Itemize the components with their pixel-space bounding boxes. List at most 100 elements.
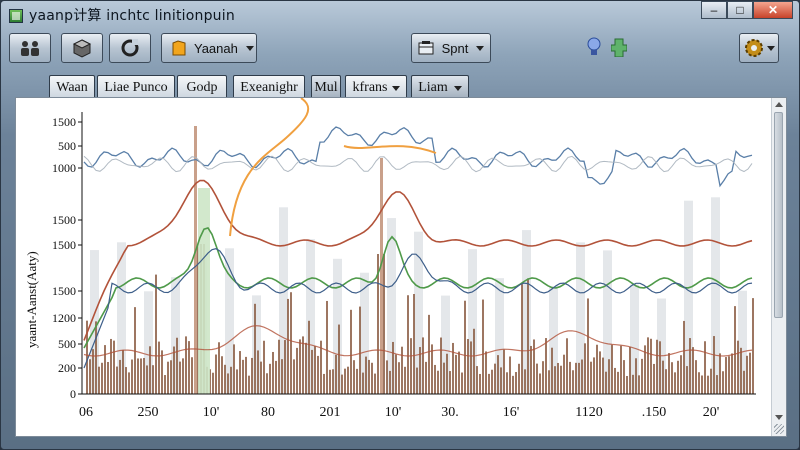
data-bar [707,375,709,394]
data-bar [716,375,718,394]
data-bar [233,344,235,394]
plugin-icon[interactable] [611,37,627,57]
data-bar [386,360,388,394]
data-bar [503,349,505,394]
data-bar [509,356,511,394]
split-button[interactable]: Spnt [411,33,491,63]
data-bar [341,374,343,394]
bg-bar [711,197,720,394]
data-bar [677,360,679,394]
data-bar [674,372,676,394]
data-bar [539,373,541,394]
data-bar [461,372,463,394]
yaanah-dropdown[interactable]: Yaanah [161,33,257,63]
data-bar [731,353,733,394]
minimize-button[interactable]: – [701,1,727,19]
data-bar [392,341,394,394]
data-bar [215,354,217,394]
series-line [83,155,753,173]
data-bar [263,340,265,394]
data-bar [269,363,271,394]
data-bar [506,372,508,394]
data-bar [749,352,751,394]
x-tick-label: 10' [203,405,220,420]
data-bar [413,294,415,394]
data-bar [281,359,283,394]
data-bar [329,369,331,394]
data-bar [125,367,127,394]
chevron-down-icon [476,45,485,51]
data-bar [275,360,277,394]
data-bar [137,358,139,394]
y-tick-label: 1500 [52,115,76,129]
y-axis-label: yaant-Aanst(Aaty) [24,251,39,348]
data-bar [272,351,274,394]
data-bar [428,314,430,394]
title-bar[interactable]: yaanp计算 inchtc linitionpuin – □ ✕ [1,1,800,29]
data-bar [596,344,598,394]
data-bar [695,360,697,394]
data-bar [443,362,445,394]
data-bar [347,366,349,394]
data-bar [254,303,256,394]
bg-bar [306,239,315,394]
data-bar [236,369,238,394]
data-bar [389,370,391,394]
data-bar [563,354,565,394]
package-button[interactable] [61,33,103,63]
data-bar [284,340,286,394]
data-bar [593,357,595,394]
x-tick-label: 06 [79,405,93,420]
refresh-button[interactable] [109,33,151,63]
data-bar [242,359,244,394]
data-bar [485,351,487,394]
chevron-down-icon [453,85,462,91]
data-bar [89,359,91,394]
data-bar [368,359,370,394]
maximize-button[interactable]: □ [727,1,753,19]
data-bar [362,372,364,394]
settings-button[interactable] [739,33,779,63]
data-bar [659,341,661,394]
data-bar [668,353,670,394]
people-button[interactable] [9,33,51,63]
data-bar [371,362,373,394]
split-icon [418,41,434,55]
data-bar [464,300,466,394]
bg-bar [117,242,126,394]
bg-bar [684,200,693,394]
data-bar [704,341,706,394]
data-bar [395,354,397,394]
data-bar [308,320,310,394]
x-tick-label: 30. [441,405,459,420]
data-bar [497,355,499,394]
scroll-up-icon[interactable] [775,102,783,107]
data-bar [713,336,715,394]
bg-bar [738,290,747,394]
resize-grip[interactable] [774,424,784,434]
data-bar [578,362,580,394]
data-bar [548,370,550,394]
close-button[interactable]: ✕ [753,1,793,19]
data-bar [623,360,625,394]
data-bar [437,370,439,394]
vertical-scrollbar[interactable] [771,98,786,436]
main-toolbar: Yaanah Spnt [9,33,793,71]
data-bar [176,337,178,394]
data-bar [158,341,160,394]
bg-bar [657,298,666,394]
data-bar [401,346,403,394]
bulb-icon[interactable] [587,37,601,57]
data-bar [524,369,526,394]
scrollbar-thumb[interactable] [774,112,783,318]
data-bar [290,292,292,394]
data-bar [566,338,568,394]
data-bar [551,347,553,394]
data-bar [683,320,685,394]
scroll-down-icon[interactable] [775,415,783,420]
data-bar [305,342,307,394]
data-bar [653,363,655,394]
spike-bar [194,126,197,394]
line-chart: 1500 500 1000 1500 1500 1500 1200 500 200 0 06 250… [24,97,756,420]
data-bar [569,361,571,394]
